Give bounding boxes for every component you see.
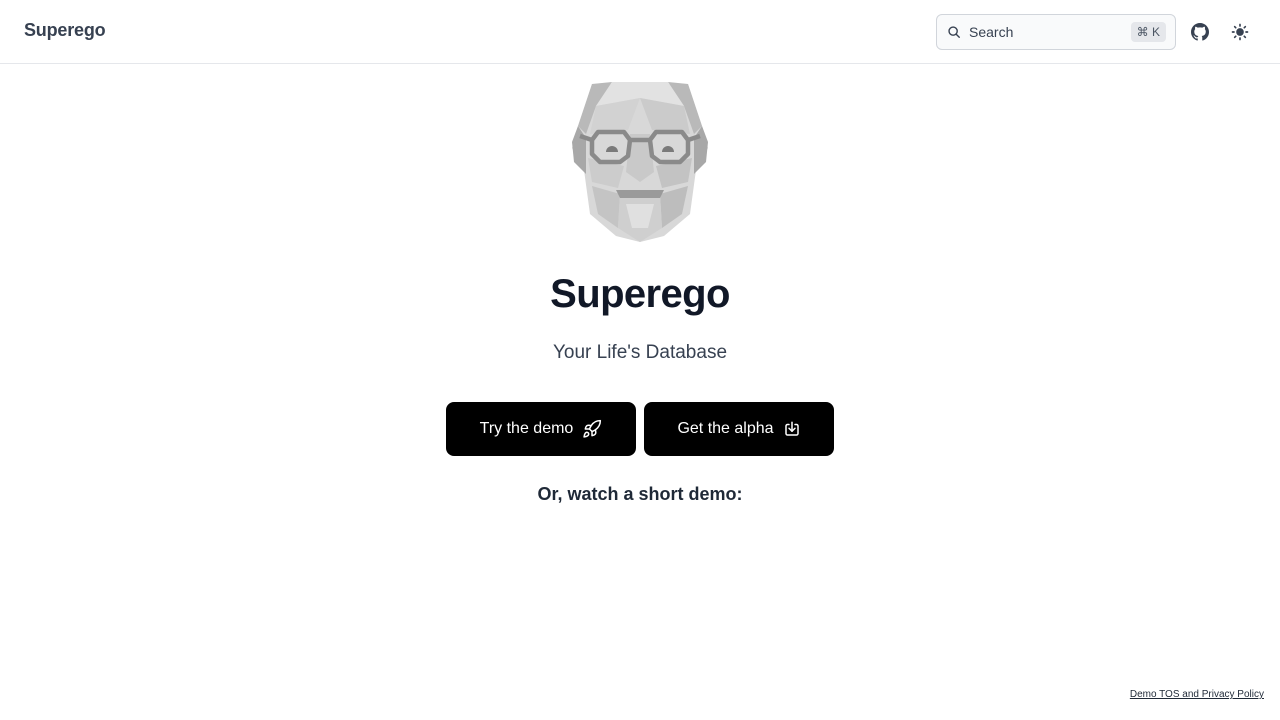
tos-privacy-link[interactable]: Demo TOS and Privacy Policy (1130, 689, 1264, 700)
bearded-face-with-glasses-icon (572, 82, 708, 242)
watch-demo-heading: Or, watch a short demo: (537, 484, 743, 504)
github-icon (1191, 23, 1209, 41)
navbar: Superego Search ⌘ K (0, 0, 1280, 64)
page-subtitle: Your Life's Database (552, 342, 728, 363)
rocket-icon (583, 419, 602, 438)
brand-link[interactable]: Superego (24, 20, 106, 41)
theme-toggle-button[interactable] (1228, 20, 1252, 44)
sun-icon (1231, 23, 1249, 41)
get-alpha-button[interactable]: Get the alpha (644, 402, 834, 456)
page-title: Superego (550, 272, 730, 316)
github-link[interactable] (1188, 20, 1212, 44)
search-button[interactable]: Search ⌘ K (936, 14, 1176, 50)
search-shortcut-badge: ⌘ K (1130, 22, 1166, 42)
try-demo-button[interactable]: Try the demo (446, 402, 636, 456)
try-demo-label: Try the demo (479, 420, 574, 437)
get-alpha-label: Get the alpha (677, 420, 774, 437)
download-icon (784, 421, 799, 436)
search-icon (948, 26, 960, 38)
search-label: Search (969, 24, 1014, 40)
